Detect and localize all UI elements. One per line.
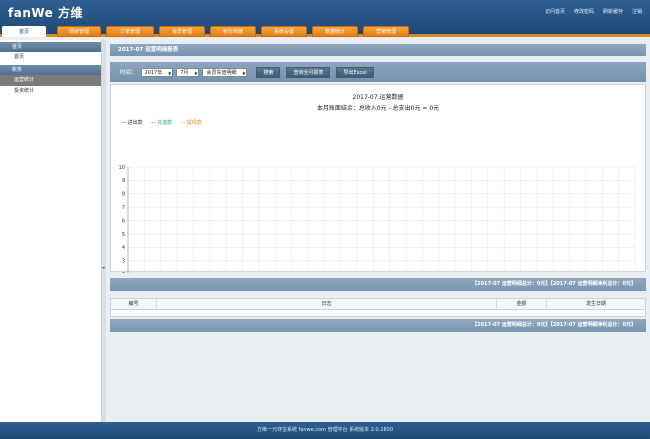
legend-item-2[interactable]: — 提现款: [180, 119, 202, 126]
tab-orders[interactable]: 订单管理: [106, 26, 154, 37]
query-month-button[interactable]: 查询全月报表: [286, 66, 331, 78]
chart-subtitle: 本月账面结余：总收入0元 - 总支出0元 = 0元: [316, 105, 440, 112]
app-logo: fanWe 方维: [8, 6, 83, 20]
sidebar-item-investment-stats[interactable]: 投资统计: [0, 86, 101, 97]
tab-projects[interactable]: 项目管理: [57, 26, 101, 37]
line-chart: 0123456789101日2日3日4日5日6日7日8日9日10日11日12日1…: [119, 165, 636, 273]
chart-legend: — 进出款 — 充值款 — 提现款: [121, 119, 202, 126]
summary-bar-top: 【2017-07 运营明细总计：0元】【2017-07 运营明细净利总计：0元】: [110, 278, 646, 291]
sidebar-item-operations-stats[interactable]: 运营统计: [0, 75, 101, 86]
top-links: 访问首页 修改密码 刷新缓存 注销: [545, 8, 642, 15]
table-header: 编号 日志 金额 发生日期: [111, 299, 645, 310]
col-id: 编号: [111, 299, 157, 309]
top-link-password[interactable]: 修改密码: [574, 8, 594, 15]
top-link-home[interactable]: 访问首页: [545, 8, 565, 15]
y-tick-label: 2: [122, 272, 125, 273]
y-tick-label: 7: [122, 205, 125, 211]
page-title: 2017-07 运营明细报表: [110, 44, 646, 56]
search-button[interactable]: 搜索: [256, 66, 281, 78]
collapse-arrow-icon[interactable]: ◂: [102, 265, 105, 271]
records-table: 编号 日志 金额 发生日期: [110, 298, 646, 317]
chart-panel: 0123456789101日2日3日4日5日6日7日8日9日10日11日12日1…: [110, 84, 646, 273]
top-link-refresh[interactable]: 刷新缓存: [603, 8, 623, 15]
col-date: 发生日期: [585, 301, 606, 307]
legend-item-0[interactable]: — 进出款: [121, 119, 143, 126]
y-tick-label: 6: [122, 218, 125, 224]
y-tick-label: 10: [119, 165, 125, 171]
tab-points-mall[interactable]: 积分商城: [210, 26, 256, 37]
main-nav: 首页 项目管理 订单管理 会员管理 积分商城 系统设置 数据统计 营销管理: [2, 26, 412, 37]
tab-marketing[interactable]: 营销管理: [363, 26, 409, 37]
sidebar: 首页 首页 账务 运营统计 投资统计: [0, 40, 102, 422]
y-tick-label: 5: [122, 232, 125, 238]
type-select[interactable]: 会员充值明细: [202, 67, 248, 78]
sidebar-item-home[interactable]: 首页: [0, 52, 101, 63]
main-content: 2017-07 运营明细报表 时间： 2017年 7月 会员充值明细 搜索 查询…: [106, 40, 650, 422]
summary-bar-bottom: 【2017-07 运营明细总计：0元】【2017-07 运营明细净利总计：0元】: [110, 319, 646, 332]
time-label: 时间：: [120, 70, 137, 76]
year-select[interactable]: 2017年: [140, 67, 174, 78]
sidebar-group-finance[interactable]: 账务: [0, 65, 101, 75]
y-tick-label: 4: [122, 245, 125, 251]
tab-stats[interactable]: 数据统计: [312, 26, 358, 37]
tab-home[interactable]: 首页: [2, 26, 46, 37]
filter-toolbar: 时间： 2017年 7月 会员充值明细 搜索 查询全月报表 导出Excel: [110, 62, 646, 82]
tab-system[interactable]: 系统设置: [261, 26, 307, 37]
col-amount: 金额: [497, 299, 547, 309]
export-excel-button[interactable]: 导出Excel: [336, 66, 374, 78]
footer: 方维一元夺宝系统 fanwe.com 管理平台 系统版本 2.0.2800: [0, 422, 650, 439]
y-tick-label: 9: [122, 178, 125, 184]
chart-title: 2017-07 运营数据: [352, 94, 404, 101]
sidebar-group-home[interactable]: 首页: [0, 42, 101, 52]
y-tick-label: 8: [122, 192, 125, 198]
month-select[interactable]: 7月: [176, 67, 200, 78]
col-log: 日志: [157, 299, 497, 309]
y-tick-label: 3: [122, 259, 125, 265]
top-link-logout[interactable]: 注销: [632, 8, 642, 15]
legend-item-1[interactable]: — 充值款: [151, 119, 173, 126]
tab-members[interactable]: 会员管理: [159, 26, 205, 37]
